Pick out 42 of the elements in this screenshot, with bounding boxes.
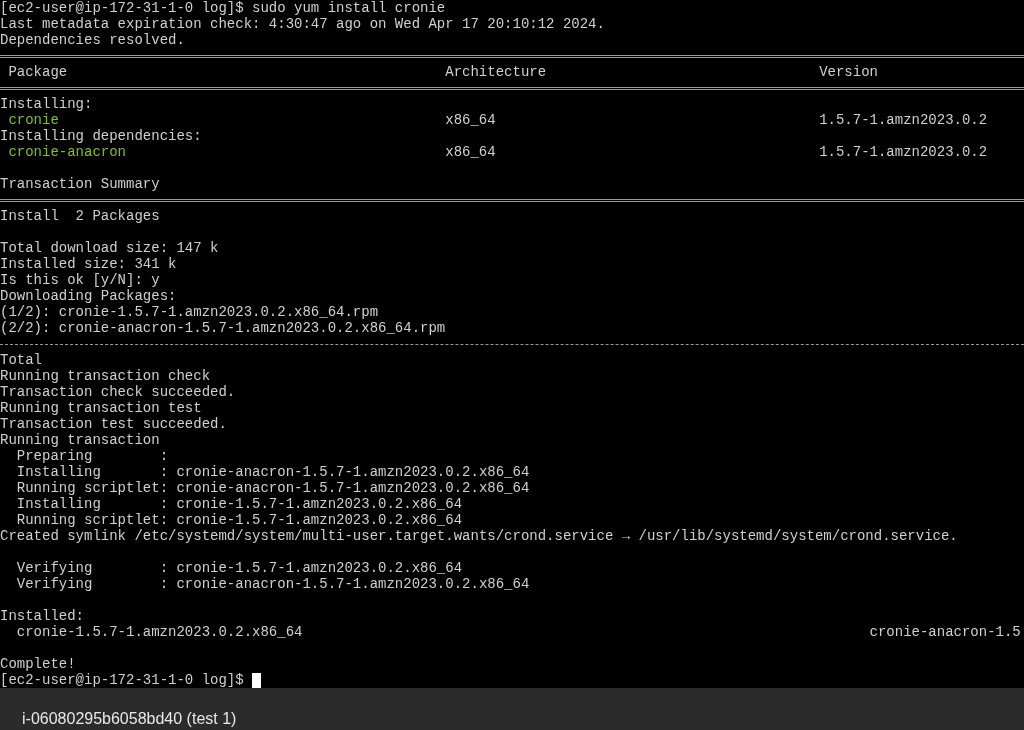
installed-package: cronie-1.5.7-1.amzn2023.0.2.x86_64 <box>16 624 303 640</box>
terminal-line: Is this ok [y/N]: y <box>0 272 160 288</box>
terminal-line: Preparing : <box>15 448 169 464</box>
terminal-line: Total download size: 147 k <box>0 240 219 256</box>
terminal-line: Running transaction check <box>0 368 211 384</box>
terminal-line: Last metadata expiration check: 4:30:47 ago on Wed Apr 17 20:10:12 2024. <box>0 16 605 32</box>
package-name: cronie <box>8 112 59 128</box>
instance-label: i-06080295b6058bd40 (test 1) <box>22 710 237 727</box>
terminal-line: Transaction Summary <box>0 176 160 192</box>
terminal-line: Downloading Packages: <box>0 288 177 304</box>
column-header: Package <box>8 64 68 80</box>
terminal-line: Install 2 Packages <box>0 208 160 224</box>
terminal-line: Transaction check succeeded. <box>0 384 236 400</box>
package-architecture: x86_64 <box>445 112 496 128</box>
terminal-line: Total <box>0 352 42 368</box>
terminal-line: [ec2-user@ip-172-31-1-0 log]$ sudo yum install cronie <box>0 0 446 16</box>
terminal-line: Created symlink /etc/systemd/system/multi-user.target.wants/crond.service → /usr/lib/systemd/system/crond.service. <box>0 528 958 544</box>
terminal-line: Installing : cronie-anacron-1.5.7-1.amzn2023.0.2.x86_64 <box>15 464 530 480</box>
package-version: 1.5.7-1.amzn2023.0.2 <box>819 112 988 128</box>
package-architecture: x86_64 <box>445 144 496 160</box>
terminal-line: Installing: <box>0 96 93 112</box>
column-header: Architecture <box>445 64 547 80</box>
terminal-line: Running transaction test <box>0 400 202 416</box>
terminal-line: Running scriptlet: cronie-1.5.7-1.amzn2023.0.2.x86_64 <box>15 512 463 528</box>
terminal-line: Running scriptlet: cronie-anacron-1.5.7-1.amzn2023.0.2.x86_64 <box>15 480 530 496</box>
terminal-line: Dependencies resolved. <box>0 32 185 48</box>
terminal-line: Running transaction <box>0 432 160 448</box>
terminal-line: (2/2): cronie-anacron-1.5.7-1.amzn2023.0.2.x86_64.rpm <box>0 320 446 336</box>
installed-package: cronie-anacron-1.5 <box>869 624 1021 640</box>
column-header: Version <box>819 64 878 80</box>
package-version: 1.5.7-1.amzn2023.0.2 <box>819 144 988 160</box>
terminal-line: Installing dependencies: <box>0 128 202 144</box>
terminal-line: (1/2): cronie-1.5.7-1.amzn2023.0.2.x86_64.rpm <box>0 304 379 320</box>
terminal-line: Installed: <box>0 608 84 624</box>
terminal-line: Installing : cronie-1.5.7-1.amzn2023.0.2.x86_64 <box>15 496 463 512</box>
package-name: cronie-anacron <box>8 144 126 160</box>
terminal-line: [ec2-user@ip-172-31-1-0 log]$ <box>0 672 244 688</box>
terminal-line: Complete! <box>0 656 76 672</box>
terminal-line: Verifying : cronie-anacron-1.5.7-1.amzn2023.0.2.x86_64 <box>15 576 530 592</box>
terminal-line: Transaction test succeeded. <box>0 416 227 432</box>
terminal-line: Installed size: 341 k <box>0 256 177 272</box>
terminal-line: Verifying : cronie-1.5.7-1.amzn2023.0.2.x86_64 <box>15 560 463 576</box>
